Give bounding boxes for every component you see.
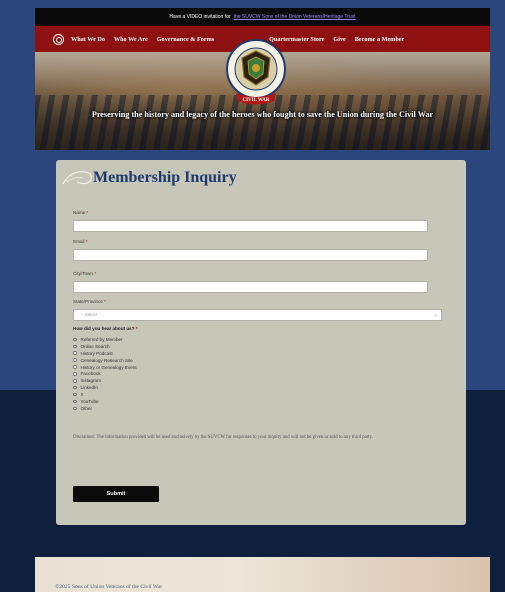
radio-label: Genealogy Research Site — [80, 357, 133, 363]
city-label: City/Town * — [73, 271, 96, 276]
footer-copyright: ©2025 Sons of Union Veterans of the Civi… — [55, 584, 163, 590]
radio-option[interactable]: Facebook — [73, 370, 137, 377]
radio-label: Other — [80, 405, 93, 411]
radio-button[interactable] — [73, 351, 77, 355]
radio-option[interactable]: Genealogy Research Site — [73, 357, 137, 364]
hero-tagline: Preserving the history and legacy of the… — [91, 110, 434, 119]
referral-question: How did you hear about us? * — [73, 326, 138, 331]
radio-option[interactable]: X — [73, 391, 137, 398]
radio-button[interactable] — [73, 344, 77, 349]
announcement-link[interactable]: the SUVCW Sons of the Union Veterans/Her… — [234, 14, 356, 20]
logo-ribbon-text: CIVIL WAR — [243, 98, 270, 103]
radio-button[interactable] — [73, 385, 77, 390]
email-field[interactable] — [73, 249, 428, 261]
radio-option[interactable]: History Podcast — [73, 350, 137, 357]
radio-button[interactable] — [73, 406, 77, 411]
radio-button[interactable] — [73, 372, 77, 376]
radio-option[interactable]: YouTube — [73, 398, 137, 405]
privacy-disclaimer: Disclaimer: The information provided wil… — [73, 435, 373, 440]
radio-label: History or Genealogy Event — [80, 364, 137, 370]
quill-flourish-icon — [62, 171, 92, 185]
site-header: Have a VIDEO invitation for the SUVCW So… — [35, 8, 490, 150]
referral-options: Referred by Member Online Search History… — [73, 336, 137, 412]
state-select[interactable]: - Select - ⌄ — [73, 309, 442, 321]
radio-option[interactable]: History or Genealogy Event — [73, 364, 137, 371]
radio-button[interactable] — [73, 365, 77, 369]
radio-option[interactable]: Instagram — [73, 377, 137, 384]
name-field[interactable] — [73, 220, 428, 232]
radio-button[interactable] — [73, 379, 77, 383]
radio-label: X — [80, 392, 84, 398]
submit-button[interactable]: Submit — [73, 486, 159, 502]
name-label: Name * — [73, 210, 89, 215]
nav-what-we-do[interactable]: What We Do — [71, 36, 105, 43]
state-select-value: - Select - — [82, 312, 101, 317]
radio-label: YouTube — [80, 398, 99, 404]
radio-label: Facebook — [80, 371, 101, 377]
radio-button[interactable] — [73, 337, 77, 342]
site-footer: ©2025 Sons of Union Veterans of the Civi… — [35, 557, 490, 592]
nav-governance-forms[interactable]: Governance & Forms — [157, 36, 214, 43]
radio-label: History Podcast — [80, 350, 113, 356]
state-label: State/Province * — [73, 299, 106, 304]
suvcw-logo[interactable]: CIVIL WAR — [224, 39, 288, 109]
email-label: Email * — [73, 239, 88, 244]
radio-label: Instagram — [80, 378, 101, 384]
radio-option[interactable]: Other — [73, 405, 137, 412]
radio-label: LinkedIn — [80, 385, 98, 391]
search-icon[interactable] — [53, 33, 64, 45]
chevron-down-icon: ⌄ — [432, 312, 438, 318]
radio-option[interactable]: Online Search — [73, 343, 137, 350]
nav-who-we-are[interactable]: Who We Are — [114, 36, 148, 43]
radio-label: Online Search — [80, 343, 110, 349]
radio-label: Referred by Member — [80, 336, 123, 342]
nav-become-member[interactable]: Become a Member — [355, 36, 404, 43]
membership-inquiry-form: Membership Inquiry Name * Email * City/T… — [56, 160, 466, 525]
radio-button[interactable] — [73, 358, 77, 362]
city-field[interactable] — [73, 281, 428, 293]
radio-button[interactable] — [73, 399, 77, 404]
radio-button[interactable] — [73, 392, 77, 397]
form-title: Membership Inquiry — [93, 169, 237, 186]
nav-give[interactable]: Give — [333, 36, 345, 43]
radio-option[interactable]: LinkedIn — [73, 384, 137, 391]
radio-option[interactable]: Referred by Member — [73, 336, 137, 343]
announcement-bar: Have a VIDEO invitation for the SUVCW So… — [35, 8, 490, 26]
announcement-text: Have a VIDEO invitation for — [169, 14, 231, 20]
